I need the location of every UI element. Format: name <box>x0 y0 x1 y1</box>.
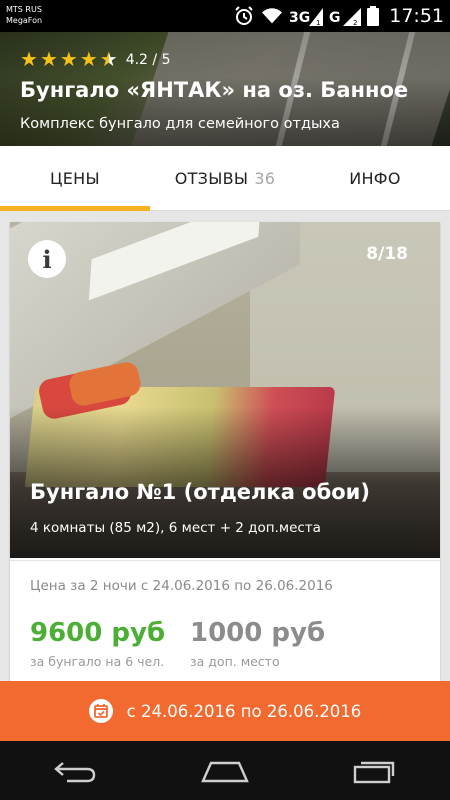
alarm-icon <box>235 6 253 25</box>
signal-sim1-icon: 3G 1 <box>289 8 324 26</box>
price-extra-caption: за доп. место <box>190 654 280 669</box>
home-button[interactable] <box>195 751 255 791</box>
star-half-icon: ★ <box>99 49 118 71</box>
rating: ★ ★ ★ ★ ★ 4.2 / 5 <box>20 50 170 70</box>
star-icon: ★ <box>39 49 58 71</box>
room-photo[interactable]: i 8/18 Бунгало №1 (отделка обои) 4 комна… <box>10 222 440 558</box>
system-nav-bar <box>0 741 450 800</box>
price-main-caption: за бунгало на 6 чел. <box>30 654 165 669</box>
clock: 17:51 <box>389 5 444 27</box>
tab-reviews[interactable]: ОТЗЫВЫ 36 <box>150 146 300 210</box>
tab-label: ИНФО <box>349 168 401 188</box>
back-icon <box>54 761 96 782</box>
room-title: Бунгало №1 (отделка обои) <box>30 480 370 504</box>
tab-info[interactable]: ИНФО <box>300 146 450 210</box>
price-extra: 1000 руб <box>190 618 326 648</box>
battery-icon <box>367 6 380 26</box>
status-bar: MTS RUS MegaFon 3G 1 G 2 17:51 <box>0 0 450 32</box>
carrier-1: MTS RUS <box>6 5 42 14</box>
tab-label: ЦЕНЫ <box>50 168 100 188</box>
star-icon: ★ <box>79 49 98 71</box>
svg-text:2: 2 <box>353 19 357 26</box>
photo-shade <box>10 222 440 558</box>
recents-icon <box>353 761 395 783</box>
signal-sim2-icon: G 2 <box>329 8 362 26</box>
tab-prices[interactable]: ЦЕНЫ <box>0 146 150 211</box>
carrier-info: MTS RUS MegaFon <box>6 4 42 26</box>
page-subtitle: Комплекс бунгало для семейного отдыха <box>20 116 340 132</box>
info-icon[interactable]: i <box>28 240 66 278</box>
rating-text: 4.2 / 5 <box>125 52 171 68</box>
reviews-count: 36 <box>254 168 276 188</box>
hero-header: ★ ★ ★ ★ ★ 4.2 / 5 Бунгало «ЯНТАК» на оз.… <box>0 32 450 146</box>
photo-counter: 8/18 <box>366 244 408 264</box>
room-meta: 4 комнаты (85 м2), 6 мест + 2 доп.места <box>30 520 321 536</box>
room-card[interactable]: i 8/18 Бунгало №1 (отделка обои) 4 комна… <box>10 222 440 692</box>
date-range-text: с 24.06.2016 по 26.06.2016 <box>126 701 362 721</box>
price-main: 9600 руб <box>30 618 166 648</box>
calendar-icon <box>88 699 113 723</box>
divider <box>10 560 440 561</box>
recents-button[interactable] <box>345 751 405 791</box>
home-icon <box>201 761 249 782</box>
carrier-2: MegaFon <box>6 16 43 25</box>
price-period-label: Цена за 2 ночи с 24.06.2016 по 26.06.201… <box>30 578 333 594</box>
tab-label: ОТЗЫВЫ <box>174 168 249 188</box>
page-title: Бунгало «ЯНТАК» на оз. Банное <box>20 78 409 102</box>
status-icons: 3G 1 G 2 17:51 <box>233 3 444 29</box>
svg-text:G: G <box>329 10 341 26</box>
wifi-icon <box>262 8 283 24</box>
star-icon: ★ <box>20 49 38 71</box>
svg-text:1: 1 <box>316 19 320 26</box>
svg-text:3G: 3G <box>289 10 310 26</box>
back-button[interactable] <box>45 751 105 791</box>
star-icon: ★ <box>59 49 78 71</box>
tab-bar: ЦЕНЫ ОТЗЫВЫ 36 ИНФО <box>0 146 450 211</box>
date-range-button[interactable]: с 24.06.2016 по 26.06.2016 <box>0 681 450 741</box>
